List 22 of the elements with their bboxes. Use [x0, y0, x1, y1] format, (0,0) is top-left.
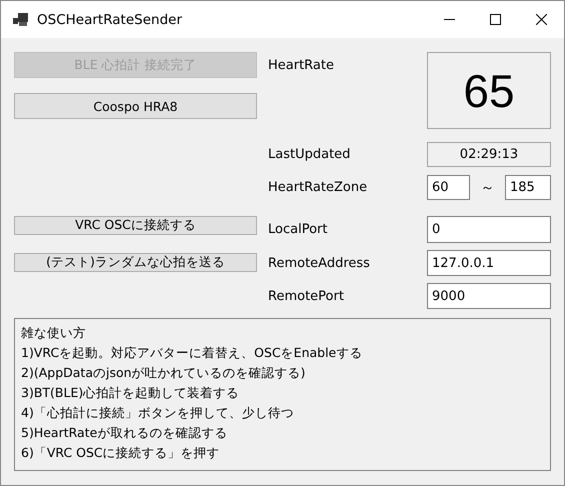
close-icon[interactable] — [536, 14, 546, 25]
window-title: OSCHeartRateSender — [37, 12, 184, 28]
button[interactable]: VRC OSCに接続する — [14, 216, 257, 235]
zone-min-field[interactable]: 60 — [427, 175, 470, 200]
remote-port-field[interactable]: 9000 — [427, 283, 551, 309]
zone-label: HeartRateZone — [268, 180, 368, 195]
remote-address-label: RemoteAddress — [268, 256, 371, 270]
heart-rate-label: HeartRate — [268, 58, 335, 72]
maximize-icon[interactable] — [490, 14, 500, 25]
button[interactable]: (テスト)ランダムな心拍を送る — [14, 253, 257, 272]
remote-address-field[interactable]: 127.0.0.1 — [427, 250, 551, 276]
local-port-field[interactable]: 0 — [427, 216, 551, 243]
instructions-text-area[interactable]: 雑な使い方 1)VRCを起動。対応アバターに着替え、OSCをEnableする 2)(AppDataのjsonが吐かれているのを確認する) 3)BT(BLE)心拍計を起動して装着する 4)「心拍計に接続」ボタンを押して、少し待つ 5)HeartRateが取れるのを確認する 6)「VRC OSCに接続する」を押す — [14, 318, 551, 471]
last-updated-label: LastUpdated — [268, 147, 352, 162]
app-icon — [13, 12, 29, 26]
zone-separator: ～ — [480, 178, 496, 198]
last-updated-field: 02:29:13 — [427, 142, 551, 167]
button[interactable]: Coospo HRA8 — [14, 93, 257, 119]
zone-max-field[interactable]: 185 — [505, 175, 551, 200]
remote-port-label: RemotePort — [268, 288, 345, 304]
heart-rate-display: 65 — [427, 52, 551, 129]
local-port-label: LocalPort — [268, 222, 328, 237]
